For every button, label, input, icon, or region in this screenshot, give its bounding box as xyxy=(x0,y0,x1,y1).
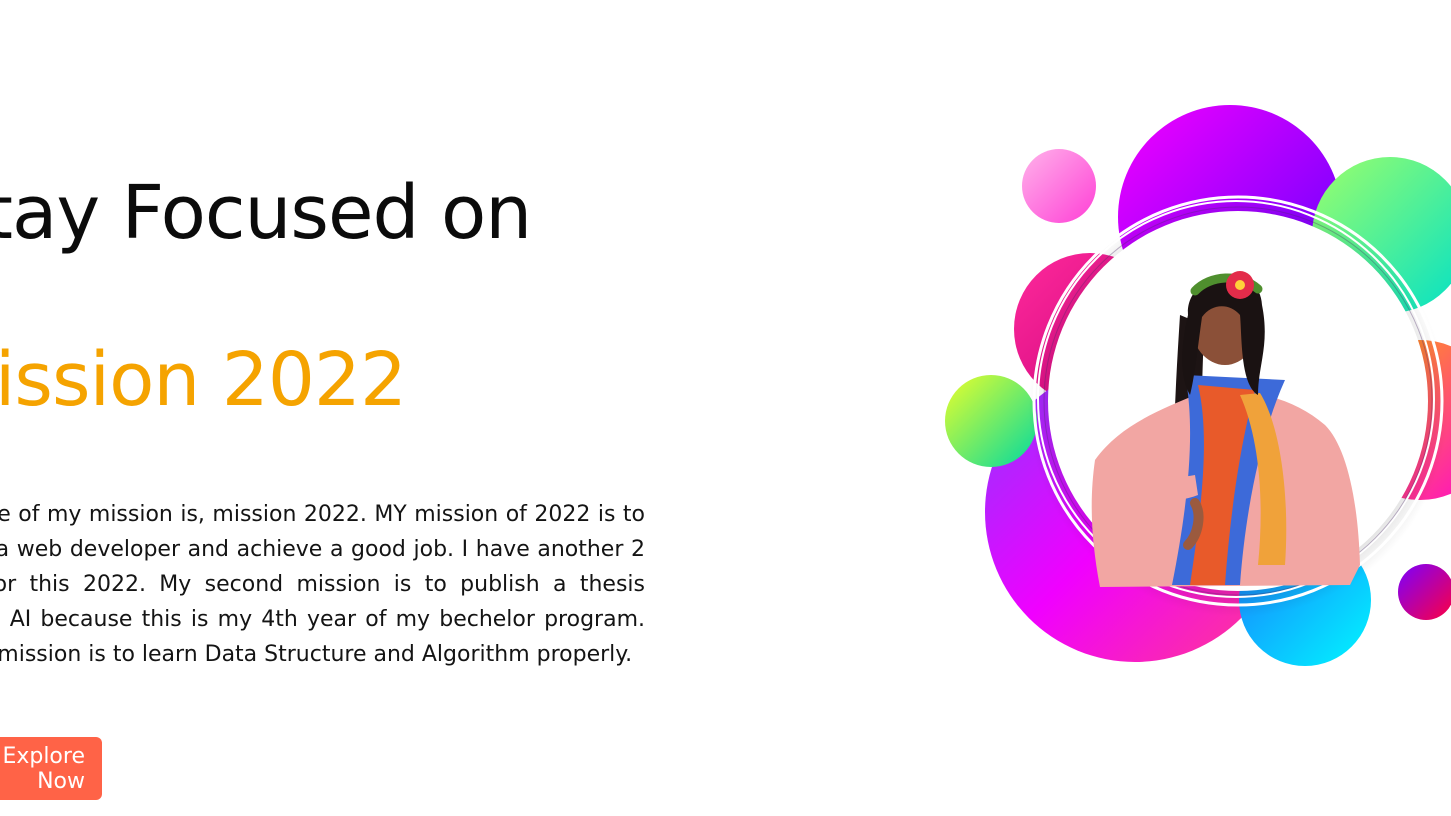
explore-now-button[interactable]: Explore Now xyxy=(0,737,102,800)
bubble-pink-small xyxy=(1022,149,1096,223)
hero-description: The name of my mission is, mission 2022.… xyxy=(0,502,645,667)
hero-illustration xyxy=(940,95,1451,675)
hero-title-line2: Mission 2022 xyxy=(0,337,407,423)
bubble-lime xyxy=(945,375,1037,467)
hero-title-line1: Stay Focused on xyxy=(0,170,532,256)
hero-section: Stay Focused on Mission 2022 The name of… xyxy=(0,0,1451,816)
hero-text-column: Stay Focused on Mission 2022 The name of… xyxy=(0,0,700,816)
bubble-illustration xyxy=(945,105,1451,666)
bubble-red xyxy=(1398,564,1451,620)
